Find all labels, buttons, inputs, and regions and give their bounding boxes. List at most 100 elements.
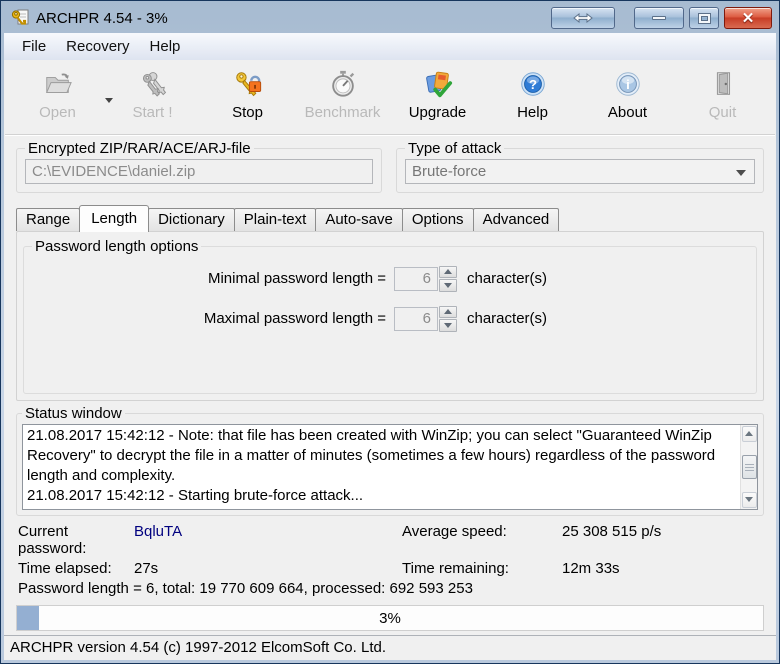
tab-advanced[interactable]: Advanced bbox=[473, 208, 560, 231]
about-button-label: About bbox=[608, 104, 647, 121]
upgrade-button-label: Upgrade bbox=[409, 104, 467, 121]
app-key-document-icon bbox=[10, 8, 30, 28]
open-button[interactable]: Open bbox=[15, 68, 101, 121]
encrypted-file-group: Encrypted ZIP/RAR/ACE/ARJ-file bbox=[16, 140, 382, 193]
maximal-length-input[interactable] bbox=[394, 307, 438, 331]
progress-summary: Password length = 6, total: 19 770 609 6… bbox=[18, 580, 762, 597]
minimal-length-input[interactable] bbox=[394, 267, 438, 291]
maximal-length-down-icon[interactable] bbox=[439, 319, 457, 332]
encrypted-file-input[interactable] bbox=[25, 159, 373, 184]
encrypted-file-group-label: Encrypted ZIP/RAR/ACE/ARJ-file bbox=[25, 140, 254, 157]
minimal-length-spinner bbox=[394, 266, 457, 292]
status-log-scrollbar[interactable] bbox=[740, 425, 757, 509]
resize-icon[interactable] bbox=[551, 7, 615, 29]
tabstrip: Range Length Dictionary Plain-text Auto-… bbox=[4, 201, 776, 231]
tab-length[interactable]: Length bbox=[79, 205, 149, 232]
tab-auto-save[interactable]: Auto-save bbox=[315, 208, 403, 231]
maximal-length-suffix: character(s) bbox=[467, 310, 547, 327]
scroll-thumb[interactable] bbox=[742, 455, 757, 479]
attack-type-group: Type of attack Brute-force bbox=[396, 140, 764, 193]
scroll-up-icon[interactable] bbox=[742, 426, 757, 442]
time-remaining-label: Time remaining: bbox=[402, 560, 562, 577]
menubar: File Recovery Help bbox=[4, 33, 776, 60]
upgrade-cards-check-icon bbox=[422, 68, 454, 100]
maximize-icon[interactable] bbox=[689, 7, 719, 29]
average-speed-label: Average speed: bbox=[402, 523, 562, 557]
minimize-icon[interactable] bbox=[634, 7, 684, 29]
quit-button[interactable]: Quit bbox=[680, 68, 766, 121]
minimal-length-label: Minimal password length = bbox=[32, 270, 394, 287]
attack-type-group-label: Type of attack bbox=[405, 140, 504, 157]
about-button[interactable]: i About bbox=[585, 68, 671, 121]
statusbar: ARCHPR version 4.54 (c) 1997-2012 ElcomS… bbox=[4, 635, 776, 660]
progress-percent-label: 3% bbox=[17, 610, 763, 627]
minimal-length-row: Minimal password length = character(s) bbox=[32, 261, 748, 297]
benchmark-stopwatch-icon bbox=[327, 68, 359, 100]
window-title: ARCHPR 4.54 - 3% bbox=[36, 10, 168, 27]
time-elapsed-label: Time elapsed: bbox=[18, 560, 134, 577]
tab-dictionary[interactable]: Dictionary bbox=[148, 208, 235, 231]
maximal-length-spinner bbox=[394, 306, 457, 332]
tab-options[interactable]: Options bbox=[402, 208, 474, 231]
status-log-line: 21.08.2017 15:42:12 - Note: that file ha… bbox=[27, 426, 736, 486]
status-log-line: 21.08.2017 15:42:12 - Starting brute-for… bbox=[27, 486, 736, 506]
stop-key-lock-icon bbox=[232, 68, 264, 100]
start-button-label: Start ! bbox=[132, 104, 172, 121]
window-controls: ✕ bbox=[551, 7, 772, 29]
quit-door-icon bbox=[707, 68, 739, 100]
open-button-label: Open bbox=[39, 104, 76, 121]
quit-button-label: Quit bbox=[709, 104, 737, 121]
start-keys-icon bbox=[137, 68, 169, 100]
minimal-length-suffix: character(s) bbox=[467, 270, 547, 287]
tab-range[interactable]: Range bbox=[16, 208, 80, 231]
menu-recovery[interactable]: Recovery bbox=[56, 35, 139, 58]
svg-text:?: ? bbox=[528, 77, 536, 92]
combo-dropdown-arrow-icon bbox=[736, 170, 746, 176]
password-length-options-label: Password length options bbox=[32, 238, 201, 255]
time-remaining-value: 12m 33s bbox=[562, 560, 762, 577]
menu-help[interactable]: Help bbox=[140, 35, 191, 58]
benchmark-button[interactable]: Benchmark bbox=[300, 68, 386, 121]
minimal-length-down-icon[interactable] bbox=[439, 279, 457, 292]
file-attack-row: Encrypted ZIP/RAR/ACE/ARJ-file Type of a… bbox=[4, 136, 776, 201]
minimal-length-up-icon[interactable] bbox=[439, 266, 457, 279]
attack-type-select[interactable]: Brute-force bbox=[405, 159, 755, 184]
menu-file[interactable]: File bbox=[12, 35, 56, 58]
current-password-value: BqluTA bbox=[134, 523, 402, 557]
tab-plain-text[interactable]: Plain-text bbox=[234, 208, 317, 231]
about-info-icon: i bbox=[612, 68, 644, 100]
time-elapsed-value: 27s bbox=[134, 560, 402, 577]
average-speed-value: 25 308 515 p/s bbox=[562, 523, 762, 557]
length-tab-panel: Password length options Minimal password… bbox=[16, 231, 764, 401]
help-question-icon: ? bbox=[517, 68, 549, 100]
status-window-label: Status window bbox=[22, 405, 125, 422]
open-folder-key-icon bbox=[42, 68, 74, 100]
svg-text:i: i bbox=[626, 77, 630, 92]
status-window-group: Status window 21.08.2017 15:42:12 - Note… bbox=[16, 405, 764, 516]
archpr-window: ARCHPR 4.54 - 3% ✕ File Recovery Help bbox=[0, 0, 780, 664]
client-area: Open bbox=[4, 60, 776, 660]
password-length-options-group: Password length options Minimal password… bbox=[23, 238, 757, 394]
close-icon[interactable]: ✕ bbox=[724, 7, 772, 29]
help-button-label: Help bbox=[517, 104, 548, 121]
benchmark-button-label: Benchmark bbox=[305, 104, 381, 121]
scroll-down-icon[interactable] bbox=[742, 492, 757, 508]
maximal-length-label: Maximal password length = bbox=[32, 310, 394, 327]
start-button[interactable]: Start ! bbox=[110, 68, 196, 121]
stop-button-label: Stop bbox=[232, 104, 263, 121]
status-log-text: 21.08.2017 15:42:12 - Note: that file ha… bbox=[23, 425, 740, 509]
maximal-length-row: Maximal password length = character(s) bbox=[32, 301, 748, 337]
status-log[interactable]: 21.08.2017 15:42:12 - Note: that file ha… bbox=[22, 424, 758, 510]
statusbar-text: ARCHPR version 4.54 (c) 1997-2012 ElcomS… bbox=[10, 639, 386, 656]
stop-button[interactable]: Stop bbox=[205, 68, 291, 121]
upgrade-button[interactable]: Upgrade bbox=[395, 68, 481, 121]
open-dropdown-caret-icon[interactable] bbox=[105, 98, 113, 103]
attack-type-value: Brute-force bbox=[412, 163, 486, 180]
help-button[interactable]: ? Help bbox=[490, 68, 576, 121]
progress-bar: 3% bbox=[16, 605, 764, 631]
stats-area: Current password: BqluTA Average speed: … bbox=[4, 516, 776, 599]
current-password-label: Current password: bbox=[18, 523, 134, 557]
toolbar: Open bbox=[4, 60, 776, 134]
maximal-length-up-icon[interactable] bbox=[439, 306, 457, 319]
titlebar[interactable]: ARCHPR 4.54 - 3% ✕ bbox=[4, 1, 776, 33]
